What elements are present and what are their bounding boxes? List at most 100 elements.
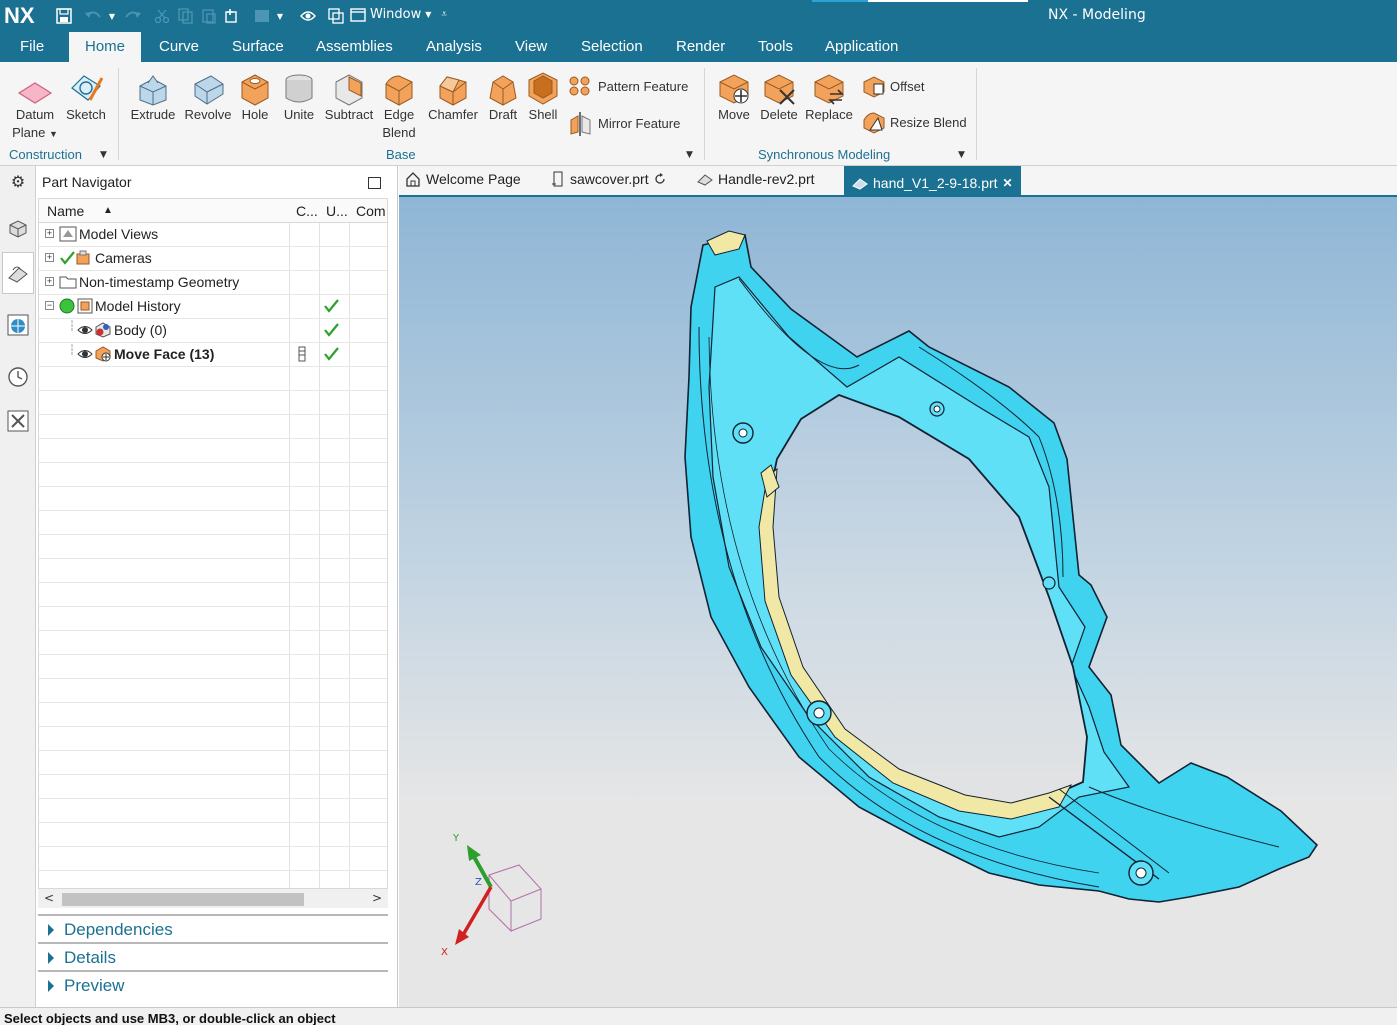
sort-ascending-icon[interactable]: ▲ xyxy=(103,205,113,216)
tab-assemblies[interactable]: Assemblies xyxy=(316,38,393,55)
tab-hand-v1[interactable]: hand_V1_2-9-18.prt ✕ xyxy=(844,166,1021,195)
tab-surface[interactable]: Surface xyxy=(232,38,284,55)
cut-icon[interactable] xyxy=(152,5,172,27)
details-panel[interactable]: Details xyxy=(38,942,388,970)
view-triad[interactable]: Y Z X xyxy=(439,827,549,957)
close-tab-icon[interactable]: ✕ xyxy=(1003,176,1013,190)
repeat-command-icon[interactable] xyxy=(222,5,242,27)
offset-region-label: Offset xyxy=(890,78,925,94)
construction-group-dropdown-icon[interactable]: ▼ xyxy=(100,150,107,160)
revolve-button[interactable]: Revolve xyxy=(182,66,234,124)
tab-welcome-page[interactable]: Welcome Page xyxy=(405,171,521,187)
shell-button[interactable]: Shell xyxy=(524,66,562,124)
tree-row-empty xyxy=(39,511,387,535)
pattern-feature-button[interactable]: Pattern Feature xyxy=(568,74,688,98)
sketch-icon xyxy=(71,75,104,101)
tree-row-label: Model Views xyxy=(79,226,159,242)
model-history-icon xyxy=(77,298,93,317)
scrollbar-thumb[interactable] xyxy=(62,893,304,906)
graphics-window[interactable]: Y Z X xyxy=(399,197,1397,1007)
undo-dropdown-icon[interactable]: ▼ xyxy=(106,5,118,27)
tab-selection[interactable]: Selection xyxy=(581,38,643,55)
draft-button[interactable]: Draft xyxy=(484,66,522,124)
synchronous-group-dropdown-icon[interactable]: ▼ xyxy=(958,150,965,160)
history-icon[interactable] xyxy=(5,364,31,390)
tab-home[interactable]: Home xyxy=(69,32,142,62)
expand-icon[interactable]: + xyxy=(45,253,54,262)
paste-icon[interactable] xyxy=(199,5,219,27)
web-browser-icon[interactable] xyxy=(5,312,31,338)
process-studio-icon[interactable] xyxy=(5,408,31,434)
window-icon[interactable] xyxy=(326,5,346,27)
move-face-button[interactable]: Move xyxy=(712,66,756,124)
base-group-dropdown-icon[interactable]: ▼ xyxy=(686,150,693,160)
dependencies-panel[interactable]: Dependencies xyxy=(38,914,388,942)
touch-mode-icon[interactable] xyxy=(252,5,272,27)
undo-icon[interactable] xyxy=(82,5,104,27)
delete-face-button[interactable]: Delete xyxy=(757,66,801,124)
tab-handle-rev2[interactable]: Handle-rev2.prt xyxy=(697,171,815,187)
unite-button[interactable]: Unite xyxy=(278,66,320,124)
resource-bar-settings-icon[interactable]: ⚙ xyxy=(5,168,31,194)
expand-icon[interactable]: + xyxy=(45,277,54,286)
resize-blend-button[interactable]: Resize Blend xyxy=(862,110,967,134)
maximize-panel-icon[interactable] xyxy=(368,177,381,189)
part-navigator-icon[interactable] xyxy=(2,252,34,294)
tab-application[interactable]: Application xyxy=(825,38,898,55)
preview-panel[interactable]: Preview xyxy=(38,970,388,998)
visibility-eye-icon[interactable] xyxy=(77,346,93,365)
tab-curve[interactable]: Curve xyxy=(159,38,199,55)
tab-file[interactable]: File xyxy=(20,38,44,55)
tab-sawcover[interactable]: sawcover.prt xyxy=(551,171,666,187)
replace-face-button[interactable]: Replace xyxy=(804,66,854,124)
window-menu[interactable]: Window ▼ ⩡ xyxy=(350,7,447,22)
expand-icon[interactable]: + xyxy=(45,229,54,238)
document-tab-bar: Welcome Page sawcover.prt Handle-rev2.pr… xyxy=(399,166,1397,197)
sketch-button[interactable]: Sketch xyxy=(62,66,110,124)
tab-analysis[interactable]: Analysis xyxy=(426,38,482,55)
tree-row-non-timestamp-geometry[interactable]: + Non-timestamp Geometry xyxy=(39,271,387,295)
tab-tools[interactable]: Tools xyxy=(758,38,793,55)
move-face-feature-icon xyxy=(94,346,112,365)
subtract-button[interactable]: Subtract xyxy=(322,66,376,124)
column-header-current[interactable]: C... xyxy=(296,203,318,219)
copy-icon[interactable] xyxy=(176,5,196,27)
collapse-icon[interactable]: − xyxy=(45,301,54,310)
visibility-eye-icon[interactable] xyxy=(77,322,93,341)
save-icon[interactable] xyxy=(53,5,75,27)
horizontal-scrollbar[interactable]: < > xyxy=(38,888,388,908)
quick-access-overflow-icon[interactable]: ⩡ xyxy=(441,9,447,20)
body-feature-icon xyxy=(94,322,112,341)
tree-row-model-history[interactable]: − Model History xyxy=(39,295,387,319)
tree-row-empty xyxy=(39,439,387,463)
tree-row-empty xyxy=(39,727,387,751)
redo-icon[interactable] xyxy=(122,5,144,27)
column-header-comment[interactable]: Com xyxy=(356,203,386,219)
tab-render[interactable]: Render xyxy=(676,38,725,55)
app-title: NX - Modeling xyxy=(1048,7,1146,23)
datum-plane-button[interactable]: Datum Plane ▼ xyxy=(10,66,60,143)
part-file-icon xyxy=(852,178,868,190)
column-header-name[interactable]: Name xyxy=(47,203,84,219)
tree-row-cameras[interactable]: + Cameras xyxy=(39,247,387,271)
extrude-button[interactable]: Extrude xyxy=(128,66,178,124)
edge-blend-button[interactable]: Edge Blend xyxy=(378,66,420,142)
offset-region-button[interactable]: Offset xyxy=(862,74,924,98)
tree-row-empty xyxy=(39,799,387,823)
touch-mode-dropdown-icon[interactable]: ▼ xyxy=(274,5,286,27)
assembly-navigator-icon[interactable] xyxy=(5,216,31,242)
customize-icon[interactable] xyxy=(298,5,318,27)
mirror-feature-button[interactable]: Mirror Feature xyxy=(568,110,680,136)
synchronous-group-label: Synchronous Modeling xyxy=(758,147,891,162)
tree-row-empty xyxy=(39,655,387,679)
tree-row-model-views[interactable]: + Model Views xyxy=(39,223,387,247)
tree-row-body[interactable]: ┆ Body (0) xyxy=(39,319,387,343)
tab-view[interactable]: View xyxy=(515,38,547,55)
tree-row-move-face[interactable]: ┆ Move Face (13) xyxy=(39,343,387,367)
preview-panel-title: Preview xyxy=(64,976,125,995)
hole-button[interactable]: Hole xyxy=(236,66,274,124)
column-header-uptodate[interactable]: U... xyxy=(326,203,348,219)
chamfer-button[interactable]: Chamfer xyxy=(424,66,482,124)
scroll-left-icon[interactable]: < xyxy=(44,891,54,905)
scroll-right-icon[interactable]: > xyxy=(372,891,382,905)
